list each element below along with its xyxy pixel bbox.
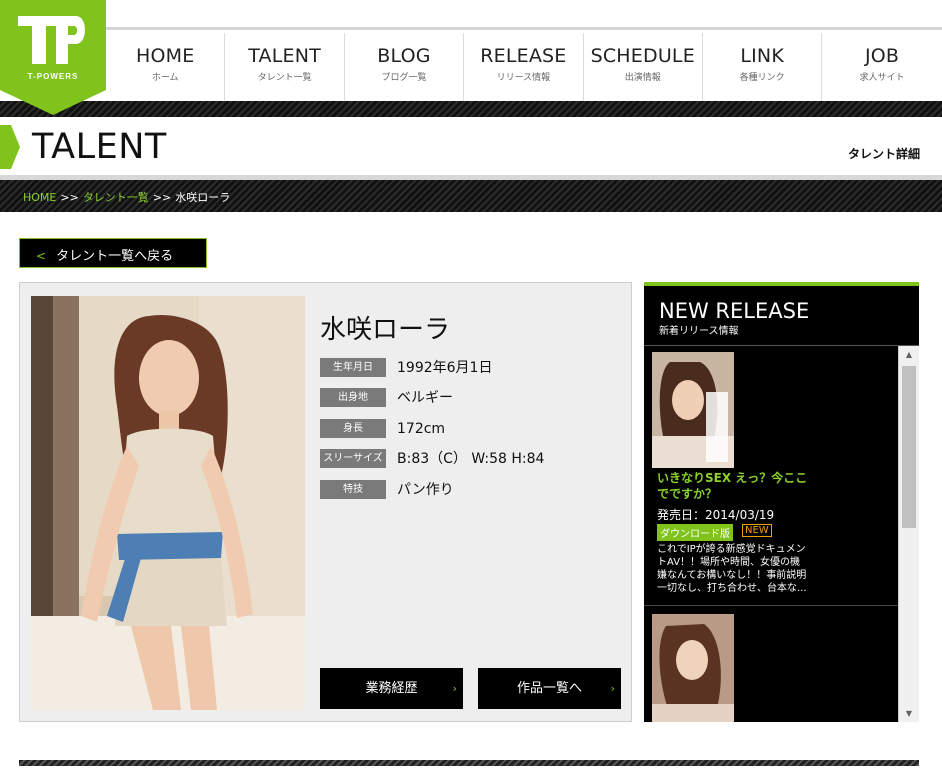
release-title-link[interactable]: いきなりSEX えっ？今ここでですか？ (657, 470, 817, 502)
nav-label: BLOG (377, 45, 431, 67)
works-list-button[interactable]: 作品一覧へ › (478, 668, 621, 709)
talent-name: 水咲ローラ (320, 315, 451, 345)
attr-label: スリーサイズ (320, 449, 386, 468)
title-bar: TALENT タレント詳細 (0, 117, 942, 175)
nav-sublabel: ブログ一覧 (381, 73, 427, 83)
attr-value: ベルギー (397, 390, 453, 406)
nav-label: TALENT (248, 45, 321, 67)
release-cover-image (652, 614, 734, 722)
release-subtitle: 新着リリース情報 (659, 326, 739, 337)
breadcrumb-home[interactable]: HOME (23, 191, 56, 204)
attr-label: 出身地 (320, 388, 386, 407)
nav-home[interactable]: HOME ホーム (106, 33, 226, 101)
page-title: TALENT (32, 127, 167, 167)
chevron-right-icon: › (452, 682, 457, 695)
logo-mark-icon (18, 16, 85, 64)
talent-photo (31, 296, 305, 710)
page-subtitle: タレント詳細 (847, 147, 920, 161)
new-badge: NEW (742, 524, 772, 537)
download-badge: ダウンロード版 (657, 524, 733, 541)
breadcrumb-current: 水咲ローラ (175, 191, 231, 204)
attr-label: 身長 (320, 419, 386, 438)
release-cover-image (652, 352, 734, 468)
nav-label: LINK (740, 45, 784, 67)
release-list: いきなりSEX えっ？今ここでですか？ 発売日：2014/03/19 ダウンロー… (644, 346, 898, 722)
profile-panel: 水咲ローラ 生年月日 1992年6月1日 出身地 ベルギー 身長 172cm ス… (19, 282, 632, 722)
release-thumbnail[interactable] (652, 614, 734, 722)
chevron-right-icon: › (610, 682, 615, 695)
back-to-list-button[interactable]: < タレント一覧へ戻る (19, 238, 207, 268)
release-title: NEW RELEASE (659, 299, 810, 323)
main-nav: HOME ホーム TALENT タレント一覧 BLOG ブログ一覧 RELEASE リリ… (106, 33, 942, 101)
release-description: これでIPが誇る新感覚ドキュメントAV！！場所や時間、女優の機嫌なんてお構いなし… (657, 544, 807, 594)
footer-stripe (19, 760, 919, 766)
release-item (644, 606, 898, 722)
nav-sublabel: 出演情報 (624, 73, 661, 83)
breadcrumb: HOME >> タレント一覧 >> 水咲ローラ (23, 189, 230, 205)
header-stripe (0, 101, 942, 117)
attr-label: 生年月日 (320, 358, 386, 377)
nav-label: HOME (135, 45, 195, 67)
scroll-down-icon[interactable]: ▼ (899, 705, 919, 722)
breadcrumb-separator: >> (152, 191, 172, 204)
attr-label: 特技 (320, 480, 386, 499)
career-button[interactable]: 業務経歴 › (320, 668, 463, 709)
release-date: 発売日：2014/03/19 (657, 508, 775, 522)
logo[interactable]: T-POWERS (0, 0, 106, 115)
attr-value: B:83（C） W:58 H:84 (397, 451, 545, 467)
nav-talent[interactable]: TALENT タレント一覧 (225, 33, 345, 101)
page-root: T-POWERS HOME ホーム TALENT タレント一覧 BLOG ブログ一覧 … (0, 0, 942, 768)
attr-value: パン作り (397, 482, 454, 498)
nav-sublabel: タレント一覧 (257, 73, 312, 83)
back-button-label: タレント一覧へ戻る (56, 249, 174, 264)
nav-schedule[interactable]: SCHEDULE 出演情報 (584, 33, 703, 101)
attr-value: 1992年6月1日 (397, 360, 493, 376)
logo-text: T-POWERS (27, 72, 79, 81)
attr-value: 172cm (397, 421, 446, 437)
new-release-panel: NEW RELEASE 新着リリース情報 いきなりSEX えっ？今ここでですか？… (644, 282, 919, 722)
breadcrumb-talent-list[interactable]: タレント一覧 (83, 191, 149, 204)
release-item: いきなりSEX えっ？今ここでですか？ 発売日：2014/03/19 ダウンロー… (644, 346, 898, 606)
career-button-label: 業務経歴 (365, 681, 418, 696)
release-thumbnail[interactable] (652, 352, 734, 468)
nav-sublabel: リリース情報 (496, 73, 551, 83)
nav-blog[interactable]: BLOG ブログ一覧 (345, 33, 465, 101)
breadcrumb-separator: >> (60, 191, 79, 204)
talent-photo-image (31, 296, 305, 710)
nav-job[interactable]: JOB 求人サイト (822, 33, 941, 101)
nav-label: RELEASE (480, 45, 567, 67)
nav-label: SCHEDULE (590, 45, 695, 67)
nav-label: JOB (864, 45, 900, 67)
scrollbar-thumb[interactable] (902, 366, 916, 528)
scroll-up-icon[interactable]: ▲ (899, 346, 919, 363)
nav-sublabel: ホーム (151, 73, 179, 83)
title-arrow-icon (0, 125, 20, 169)
nav-release[interactable]: RELEASE リリース情報 (464, 33, 584, 101)
works-button-label: 作品一覧へ (516, 681, 582, 696)
nav-sublabel: 各種リンク (739, 73, 785, 83)
header-topline (106, 0, 942, 30)
chevron-left-icon: < (36, 249, 47, 263)
nav-sublabel: 求人サイト (859, 73, 905, 83)
nav-link[interactable]: LINK 各種リンク (703, 33, 823, 101)
release-scrollbar[interactable]: ▲ ▼ (898, 346, 919, 722)
